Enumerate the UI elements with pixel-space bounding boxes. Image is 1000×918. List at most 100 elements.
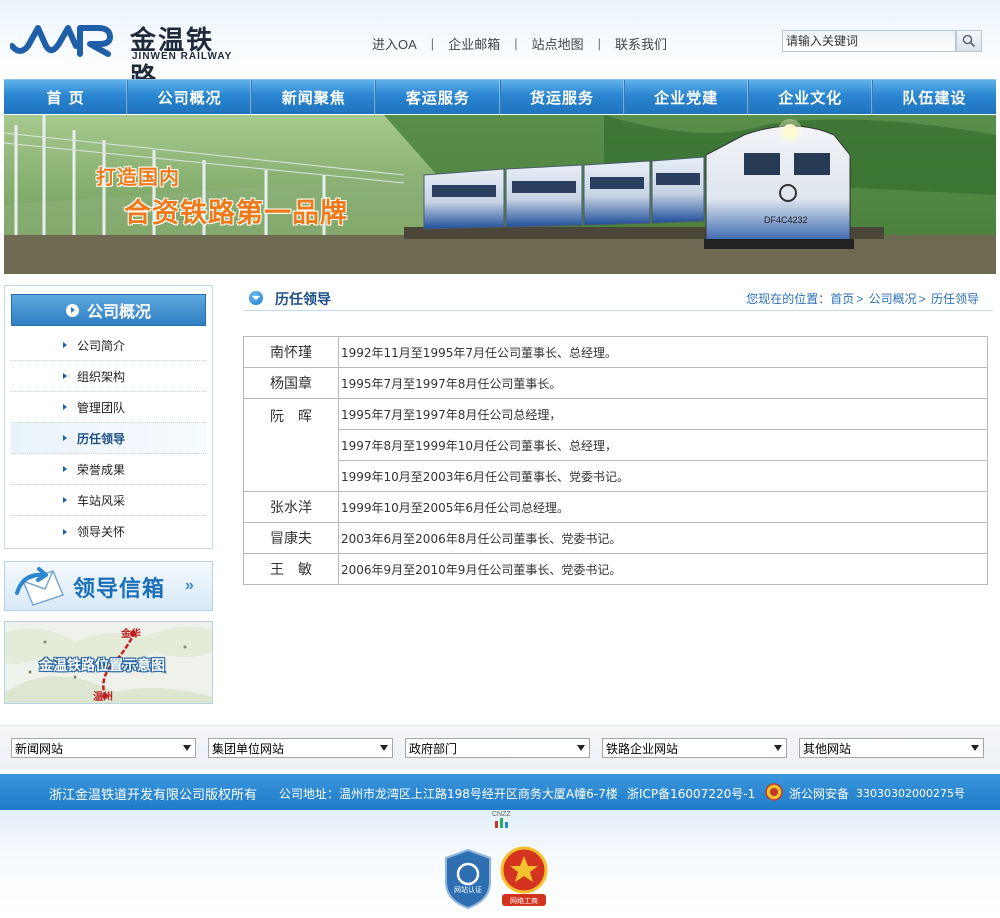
location-map-title: 金温铁路位置示意图 xyxy=(39,658,165,674)
cnzz-label: CNZZ xyxy=(492,811,511,818)
cnzz-stats-link[interactable]: CNZZ xyxy=(492,811,512,829)
sidebar-item-past-leaders[interactable]: 历任领导 xyxy=(11,423,206,454)
search-icon xyxy=(962,34,976,48)
select-value: 铁路企业网站 xyxy=(606,741,679,756)
breadcrumb-current: 历任领导 xyxy=(930,292,979,306)
chevron-down-icon xyxy=(380,745,388,751)
breadcrumb-link-home[interactable]: 首页 xyxy=(830,292,854,306)
arrow-right-icon xyxy=(63,528,67,535)
police-record-number[interactable]: 33030302000275号 xyxy=(856,785,965,801)
site-logo[interactable]: 金温铁路 JINWEN RAILWAY xyxy=(10,18,240,93)
arrow-right-icon xyxy=(63,466,67,472)
sidebar-item-profile[interactable]: 公司简介 xyxy=(11,330,206,361)
railway-sites-select[interactable]: 铁路企业网站 xyxy=(602,738,787,758)
breadcrumb-link-company[interactable]: 公司概况 xyxy=(869,292,917,306)
top-link-mail[interactable]: 企业邮箱 xyxy=(448,34,500,53)
leader-mailbox-button[interactable]: 领导信箱 » xyxy=(4,561,213,611)
top-link-separator: | xyxy=(430,36,435,51)
footer: 浙江金温铁道开发有限公司版权所有 公司地址：温州市龙湾区上江路198号经开区商务… xyxy=(0,774,1000,810)
map-city-wenzhou: 温州 xyxy=(93,692,113,703)
nav-item-home[interactable]: 首 页 xyxy=(4,80,129,114)
play-circle-icon xyxy=(65,303,79,317)
breadcrumb: 您现在的位置：首页 > 公司概况 > 历任领导 xyxy=(746,290,979,307)
sidebar-item-label: 公司简介 xyxy=(77,338,126,353)
arrow-right-icon xyxy=(63,435,67,441)
table-row: 王 敏 2006年9月至2010年9月任公司董事长、党委书记。 xyxy=(243,553,988,585)
content-header: 历任领导 您现在的位置：首页 > 公司概况 > 历任领导 xyxy=(243,285,993,311)
nav-item-culture[interactable]: 企业文化 xyxy=(749,80,873,114)
nav-item-news[interactable]: 新闻聚焦 xyxy=(252,80,377,114)
sidebar: 公司概况 公司简介 组织架构 管理团队 历任领导 荣誉成果 车站风采 领导关怀 xyxy=(4,285,213,549)
nav-item-passenger[interactable]: 客运服务 xyxy=(376,80,501,114)
sidebar-item-label: 历任领导 xyxy=(77,431,126,446)
leader-term: 1999年10月至2005年6月任公司总经理。 xyxy=(338,491,988,523)
sidebar-item-leader-care[interactable]: 领导关怀 xyxy=(11,516,206,547)
top-link-separator: | xyxy=(597,36,601,51)
search-box xyxy=(782,30,982,52)
table-row: 张水洋 1999年10月至2005年6月任公司总经理。 xyxy=(243,491,988,523)
other-sites-select[interactable]: 其他网站 xyxy=(799,738,984,758)
government-sites-select[interactable]: 政府部门 xyxy=(405,738,590,758)
website-certification-badge[interactable]: 网站认证 xyxy=(443,848,493,910)
chevron-down-icon xyxy=(774,745,782,751)
sidebar-menu: 公司概况 公司简介 组织架构 管理团队 历任领导 荣誉成果 车站风采 领导关怀 xyxy=(4,285,213,549)
company-address: 公司地址：温州市龙湾区上江路198号经开区商务大厦A幢6-7楼 xyxy=(279,787,618,801)
select-value: 新闻网站 xyxy=(15,741,64,756)
friendly-links-bar: 新闻网站 集团单位网站 政府部门 铁路企业网站 其他网站 xyxy=(0,725,1000,769)
top-link-sitemap[interactable]: 站点地图 xyxy=(532,34,584,53)
nav-item-party[interactable]: 企业党建 xyxy=(625,80,749,114)
page-title: 历任领导 xyxy=(275,292,331,308)
select-value: 集团单位网站 xyxy=(212,741,285,756)
hero-banner: DF4C4232 打造国内 合资铁路第一品牌 xyxy=(4,115,996,274)
arrow-right-icon xyxy=(63,497,67,503)
sidebar-title-text: 公司概况 xyxy=(86,302,151,321)
leader-term: 1999年10月至2003年6月任公司董事长、党委书记。 xyxy=(338,460,988,492)
group-sites-select[interactable]: 集团单位网站 xyxy=(208,738,393,758)
leader-term: 1995年7月至1997年8月任公司总经理， xyxy=(338,398,988,430)
arrow-right-icon xyxy=(63,373,67,379)
nav-item-freight[interactable]: 货运服务 xyxy=(501,80,625,114)
copyright-text: 浙江金温铁道开发有限公司版权所有 xyxy=(49,788,258,803)
nav-item-team[interactable]: 队伍建设 xyxy=(873,80,996,114)
arrow-right-icon xyxy=(63,404,67,410)
leader-name: 冒康夫 xyxy=(243,522,339,554)
leader-term: 2006年9月至2010年9月任公司董事长、党委书记。 xyxy=(338,553,988,585)
search-input[interactable] xyxy=(782,30,956,52)
sidebar-item-management[interactable]: 管理团队 xyxy=(11,392,206,423)
select-value: 其他网站 xyxy=(803,741,852,756)
sidebar-item-honors[interactable]: 荣誉成果 xyxy=(11,454,206,485)
sidebar-item-label: 领导关怀 xyxy=(77,525,126,539)
locomotive-number: DF4C4232 xyxy=(764,215,808,225)
sidebar-item-label: 组织架构 xyxy=(77,369,126,384)
nav-item-company[interactable]: 公司概况 xyxy=(128,80,253,114)
leader-term: 1997年8月至1999年10月任公司董事长、总经理， xyxy=(338,429,988,461)
select-value: 政府部门 xyxy=(409,741,458,756)
sidebar-item-structure[interactable]: 组织架构 xyxy=(11,361,206,392)
breadcrumb-separator: > xyxy=(856,292,864,306)
leader-term: 1995年7月至1997年8月任公司董事长。 xyxy=(338,367,988,399)
police-record-label[interactable]: 浙公网安备 xyxy=(789,785,849,802)
jwr-logo-mark-icon xyxy=(10,25,113,57)
table-row: 阮 晖 1995年7月至1997年8月任公司总经理， xyxy=(243,398,988,492)
business-license-badge[interactable]: 网络工商 xyxy=(498,842,550,908)
table-row: 1997年8月至1999年10月任公司董事长、总经理， xyxy=(244,429,988,461)
leader-term: 1992年11月至1995年7月任公司董事长、总经理。 xyxy=(338,336,988,368)
news-sites-select[interactable]: 新闻网站 xyxy=(11,738,196,758)
main-nav: 首 页 公司概况 新闻聚焦 客运服务 货运服务 企业党建 企业文化 队伍建设 xyxy=(4,79,996,114)
breadcrumb-prefix: 您现在的位置： xyxy=(746,292,831,306)
sidebar-item-stations[interactable]: 车站风采 xyxy=(11,485,206,516)
arrow-right-icon xyxy=(63,342,67,348)
map-city-jinhua: 金华 xyxy=(121,629,141,640)
location-map-link[interactable]: 金华 金温铁路位置示意图 温州 xyxy=(4,621,213,704)
police-badge-icon xyxy=(765,783,783,801)
icp-license-link[interactable]: 浙ICP备16007220号-1 xyxy=(627,785,755,802)
top-link-contact[interactable]: 联系我们 xyxy=(615,34,667,53)
double-chevron-right-icon: » xyxy=(185,577,194,594)
leader-name: 阮 晖 xyxy=(243,398,339,492)
badge-label: 网络工商 xyxy=(510,896,538,905)
top-link-oa[interactable]: 进入OA xyxy=(372,34,417,53)
sidebar-item-label: 车站风采 xyxy=(77,493,126,508)
sidebar-item-label: 管理团队 xyxy=(77,400,126,415)
search-button[interactable] xyxy=(956,30,982,52)
leader-name: 王 敏 xyxy=(243,553,339,585)
